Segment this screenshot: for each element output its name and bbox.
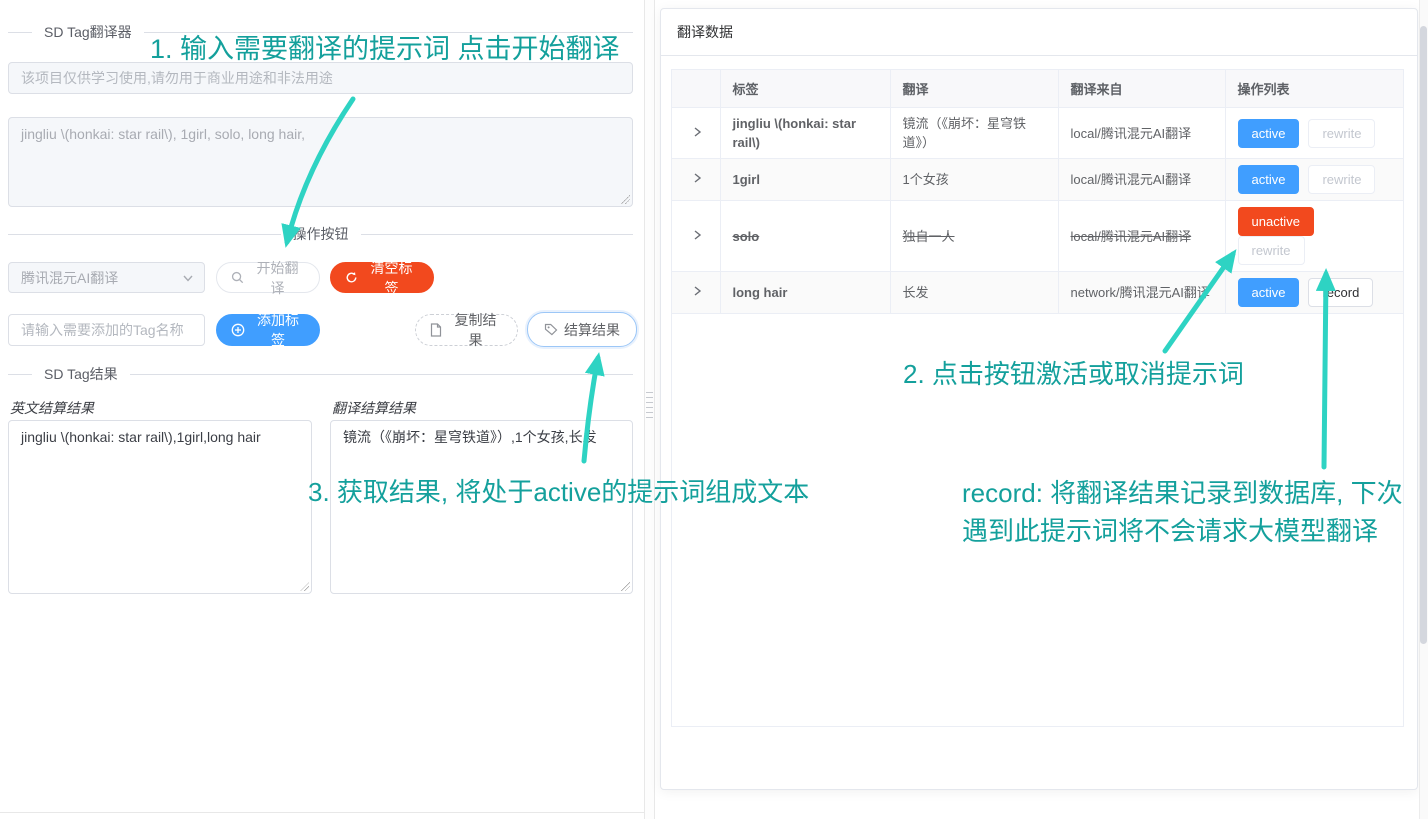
divider-line	[8, 234, 281, 235]
chevron-down-icon	[182, 272, 194, 284]
chevron-right-icon	[691, 172, 703, 184]
tag-cell: jingliu \(honkai: star rail\)	[720, 108, 890, 159]
row-expand-button[interactable]	[672, 272, 720, 314]
source-cell: local/腾讯混元AI翻译	[1058, 108, 1225, 159]
cn-result-label: 翻译结算结果	[332, 398, 416, 418]
divider-line	[130, 374, 633, 375]
rewrite-button: rewrite	[1308, 119, 1375, 148]
section-divider-results: SD Tag结果	[8, 364, 633, 384]
source-cell: local/腾讯混元AI翻译	[1058, 159, 1225, 201]
copy-result-button[interactable]: 复制结果	[415, 314, 518, 346]
document-icon	[430, 323, 442, 337]
actions-cell: active rewrite	[1225, 108, 1404, 159]
tag-cell: long hair	[720, 272, 890, 314]
scrollbar-thumb[interactable]	[1420, 26, 1427, 644]
chevron-right-icon	[691, 126, 703, 138]
unactive-button[interactable]: unactive	[1238, 207, 1314, 236]
circle-plus-icon	[231, 323, 245, 337]
settle-result-label: 结算结果	[564, 320, 620, 340]
section-divider-translator: SD Tag翻译器	[8, 22, 633, 42]
en-result-textarea[interactable]: jingliu \(honkai: star rail\),1girl,long…	[8, 420, 312, 594]
clear-tags-label: 清空标签	[364, 258, 419, 298]
translation-cell: 镜流（《崩坏：星穹铁道》）	[890, 108, 1058, 159]
table-container: 标签翻译翻译来自操作列表 jingliu \(honkai: star rail…	[671, 69, 1404, 727]
table-row: 1girl1个女孩local/腾讯混元AI翻译 active rewrite	[672, 159, 1404, 201]
clear-tags-button[interactable]: 清空标签	[330, 262, 434, 293]
prompt-tags-textarea[interactable]: jingliu \(honkai: star rail\), 1girl, so…	[8, 117, 633, 207]
engine-select[interactable]: 腾讯混元AI翻译	[8, 262, 205, 293]
settle-result-button[interactable]: 结算结果	[527, 312, 637, 347]
chevron-right-icon	[691, 285, 703, 297]
actions-cell: unactiverewrite	[1225, 201, 1404, 272]
translation-table: 标签翻译翻译来自操作列表 jingliu \(honkai: star rail…	[672, 70, 1404, 314]
section-title-actions: 操作按钮	[281, 224, 361, 244]
column-header: 标签	[720, 70, 890, 108]
app-window: SD Tag翻译器 jingliu \(honkai: star rail\),…	[0, 0, 1428, 819]
left-pane-bottom-border	[0, 812, 648, 813]
translation-cell: 1个女孩	[890, 159, 1058, 201]
tag-cell: solo	[720, 201, 890, 272]
section-title-results: SD Tag结果	[32, 364, 130, 384]
add-tag-label: 添加标签	[251, 310, 305, 350]
column-header-expand	[672, 70, 720, 108]
actions-cell: active record	[1225, 272, 1404, 314]
card-header: 翻译数据	[661, 9, 1417, 56]
table-row: long hair长发network/腾讯混元AI翻译 active record	[672, 272, 1404, 314]
active-button[interactable]: active	[1238, 165, 1300, 194]
row-expand-button[interactable]	[672, 108, 720, 159]
price-tag-icon	[544, 323, 558, 336]
splitter-grip-icon	[646, 388, 653, 422]
translation-cell: 独自一人	[890, 201, 1058, 272]
rewrite-button: rewrite	[1238, 236, 1305, 265]
divider-line	[361, 234, 634, 235]
row-expand-button[interactable]	[672, 201, 720, 272]
section-title-translator: SD Tag翻译器	[32, 22, 144, 42]
record-button[interactable]: record	[1308, 278, 1373, 307]
divider-line	[8, 374, 32, 375]
column-header: 翻译来自	[1058, 70, 1225, 108]
start-translate-button[interactable]: 开始翻译	[216, 262, 320, 293]
divider-line	[8, 32, 32, 33]
source-cell: local/腾讯混元AI翻译	[1058, 201, 1225, 272]
add-tag-input[interactable]	[8, 314, 205, 346]
search-icon	[231, 271, 244, 284]
translation-data-card: 翻译数据 标签翻译翻译来自操作列表 jingliu \(honkai: star…	[660, 8, 1418, 790]
divider-line	[144, 32, 633, 33]
row-expand-button[interactable]	[672, 159, 720, 201]
table-row: jingliu \(honkai: star rail\)镜流（《崩坏：星穹铁道…	[672, 108, 1404, 159]
active-button[interactable]: active	[1238, 278, 1300, 307]
source-cell: network/腾讯混元AI翻译	[1058, 272, 1225, 314]
column-header: 翻译	[890, 70, 1058, 108]
engine-select-value: 腾讯混元AI翻译	[21, 268, 118, 288]
notice-input	[8, 62, 633, 94]
column-header: 操作列表	[1225, 70, 1404, 108]
en-result-label: 英文结算结果	[10, 398, 94, 418]
add-tag-button[interactable]: 添加标签	[216, 314, 320, 346]
rewrite-button: rewrite	[1308, 165, 1375, 194]
table-header-row: 标签翻译翻译来自操作列表	[672, 70, 1404, 108]
tag-cell: 1girl	[720, 159, 890, 201]
actions-cell: active rewrite	[1225, 159, 1404, 201]
chevron-right-icon	[691, 229, 703, 241]
card-title: 翻译数据	[677, 22, 733, 42]
translation-cell: 长发	[890, 272, 1058, 314]
start-translate-label: 开始翻译	[250, 258, 305, 298]
copy-result-label: 复制结果	[448, 310, 503, 350]
refresh-icon	[345, 271, 358, 284]
cn-result-textarea[interactable]: 镜流（《崩坏：星穹铁道》）,1个女孩,长发	[330, 420, 633, 594]
pane-splitter-handle[interactable]	[644, 0, 655, 819]
table-row: solo独自一人local/腾讯混元AI翻译unactiverewrite	[672, 201, 1404, 272]
active-button[interactable]: active	[1238, 119, 1300, 148]
section-divider-actions: 操作按钮	[8, 224, 633, 244]
